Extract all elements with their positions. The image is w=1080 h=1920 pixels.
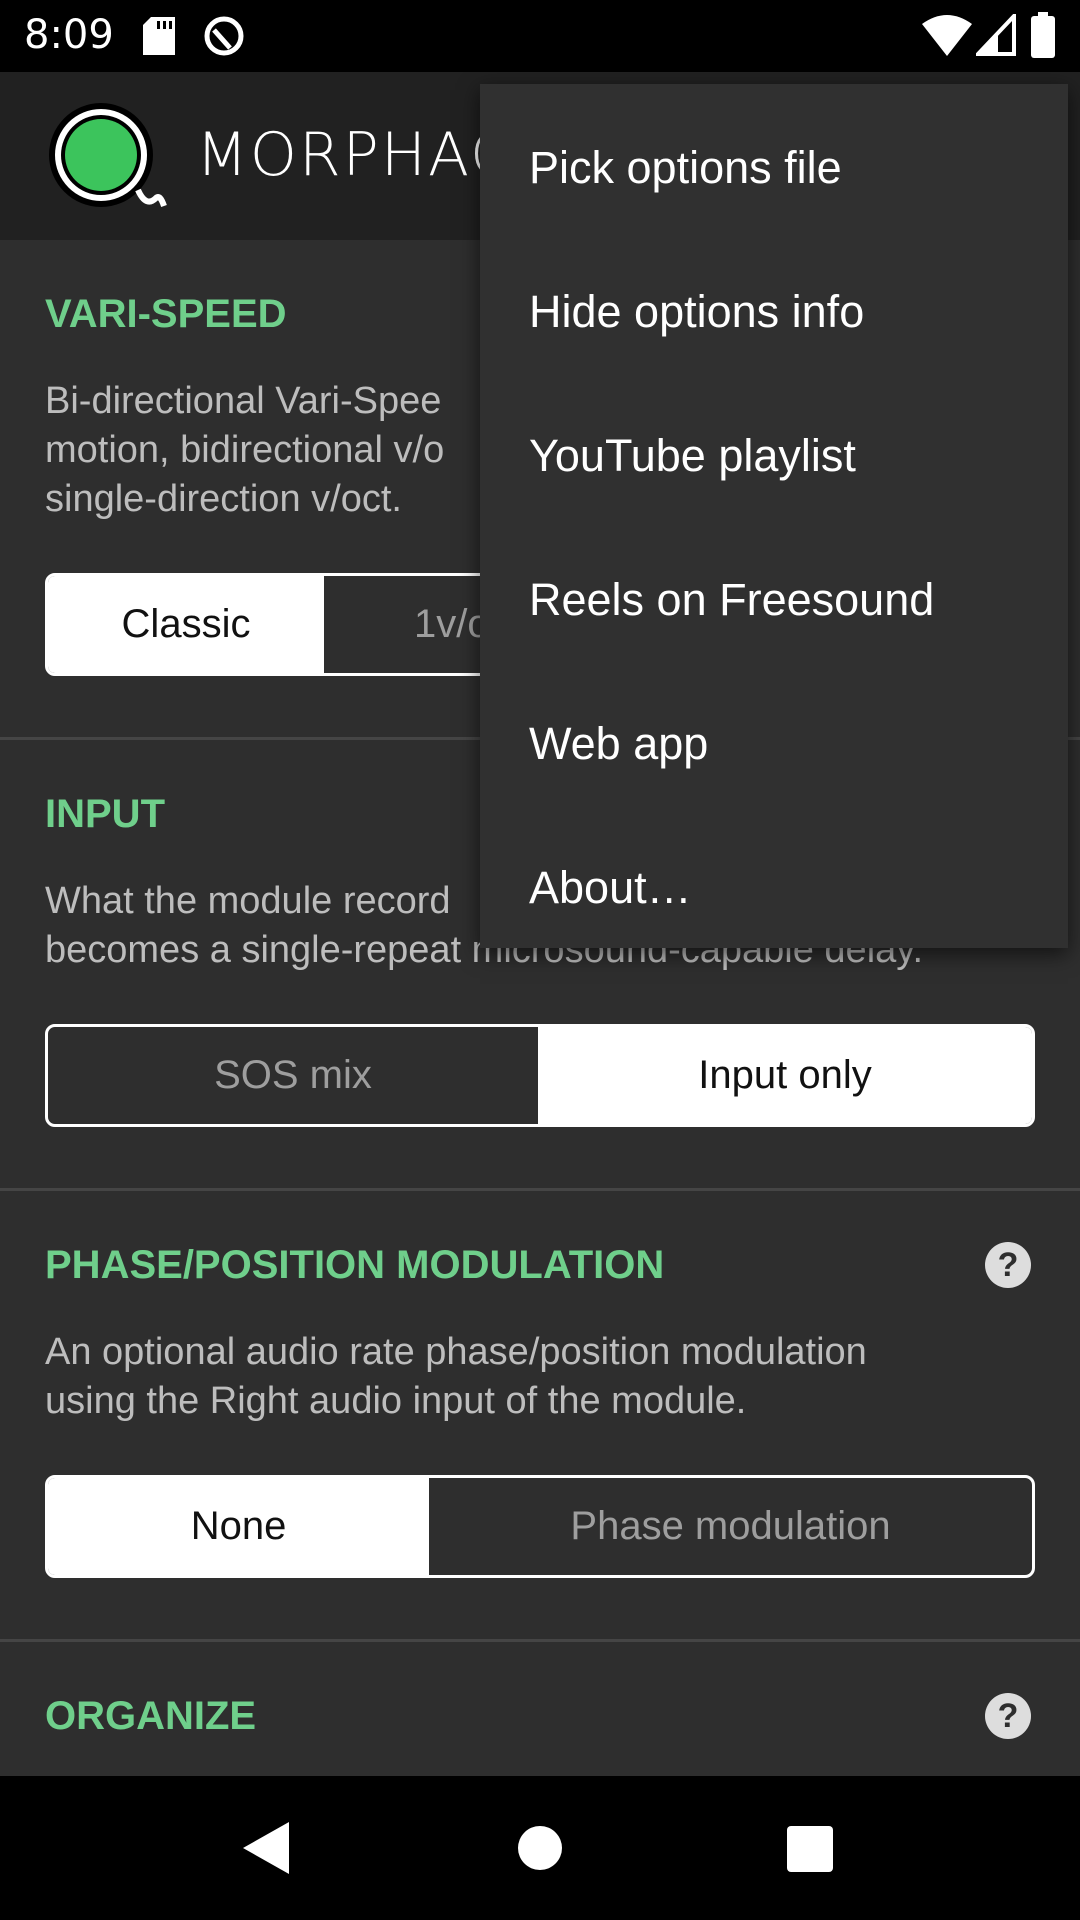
help-icon[interactable]: ? [985, 1242, 1031, 1288]
sd-card-icon [143, 17, 175, 55]
divider [0, 1188, 1080, 1191]
phase-modulation-selector: None Phase modulation [45, 1475, 1035, 1578]
navigation-bar [0, 1776, 1080, 1920]
clock: 8:09 [24, 12, 114, 58]
data-saver-icon [204, 16, 244, 56]
home-icon[interactable] [518, 1826, 562, 1870]
section-description: An optional audio rate phase/position mo… [45, 1328, 867, 1426]
section-title-organize: ORGANIZE [45, 1694, 257, 1738]
section-title-phase-modulation: PHASE/POSITION MODULATION [45, 1243, 665, 1287]
section-title-input: INPUT [45, 792, 165, 836]
app-logo [49, 103, 167, 208]
desc-line: single-direction v/oct. [45, 478, 402, 520]
status-bar: 8:09 [0, 0, 1080, 72]
desc-line: Bi-directional Vari-Spee [45, 380, 442, 422]
divider [0, 1639, 1080, 1642]
menu-item-about[interactable]: About… [480, 816, 1068, 960]
wifi-icon [922, 15, 972, 56]
option-sos-mix[interactable]: SOS mix [48, 1027, 538, 1124]
menu-item-web-app[interactable]: Web app [480, 672, 1068, 816]
overflow-menu: Pick options file Hide options info YouT… [480, 84, 1068, 948]
section-description: Bi-directional Vari-Spee motion, bidirec… [45, 377, 444, 524]
back-icon[interactable] [243, 1822, 289, 1874]
option-none[interactable]: None [48, 1478, 429, 1575]
option-input-only[interactable]: Input only [538, 1027, 1032, 1124]
menu-item-reels-on-freesound[interactable]: Reels on Freesound [480, 528, 1068, 672]
option-phase-modulation[interactable]: Phase modulation [429, 1478, 1032, 1575]
section-title-vari-speed: VARI-SPEED [45, 292, 287, 336]
menu-item-youtube-playlist[interactable]: YouTube playlist [480, 384, 1068, 528]
menu-item-hide-options-info[interactable]: Hide options info [480, 240, 1068, 384]
input-selector: SOS mix Input only [45, 1024, 1035, 1127]
option-classic[interactable]: Classic [48, 576, 324, 673]
recents-icon[interactable] [787, 1826, 833, 1872]
help-icon[interactable]: ? [985, 1693, 1031, 1739]
desc-line: motion, bidirectional v/o [45, 429, 445, 471]
menu-item-pick-options-file[interactable]: Pick options file [480, 96, 1068, 240]
cell-signal-icon [976, 14, 1016, 56]
desc-line: using the Right audio input of the modul… [45, 1380, 747, 1422]
battery-icon [1031, 12, 1055, 58]
desc-line: An optional audio rate phase/position mo… [45, 1331, 867, 1373]
